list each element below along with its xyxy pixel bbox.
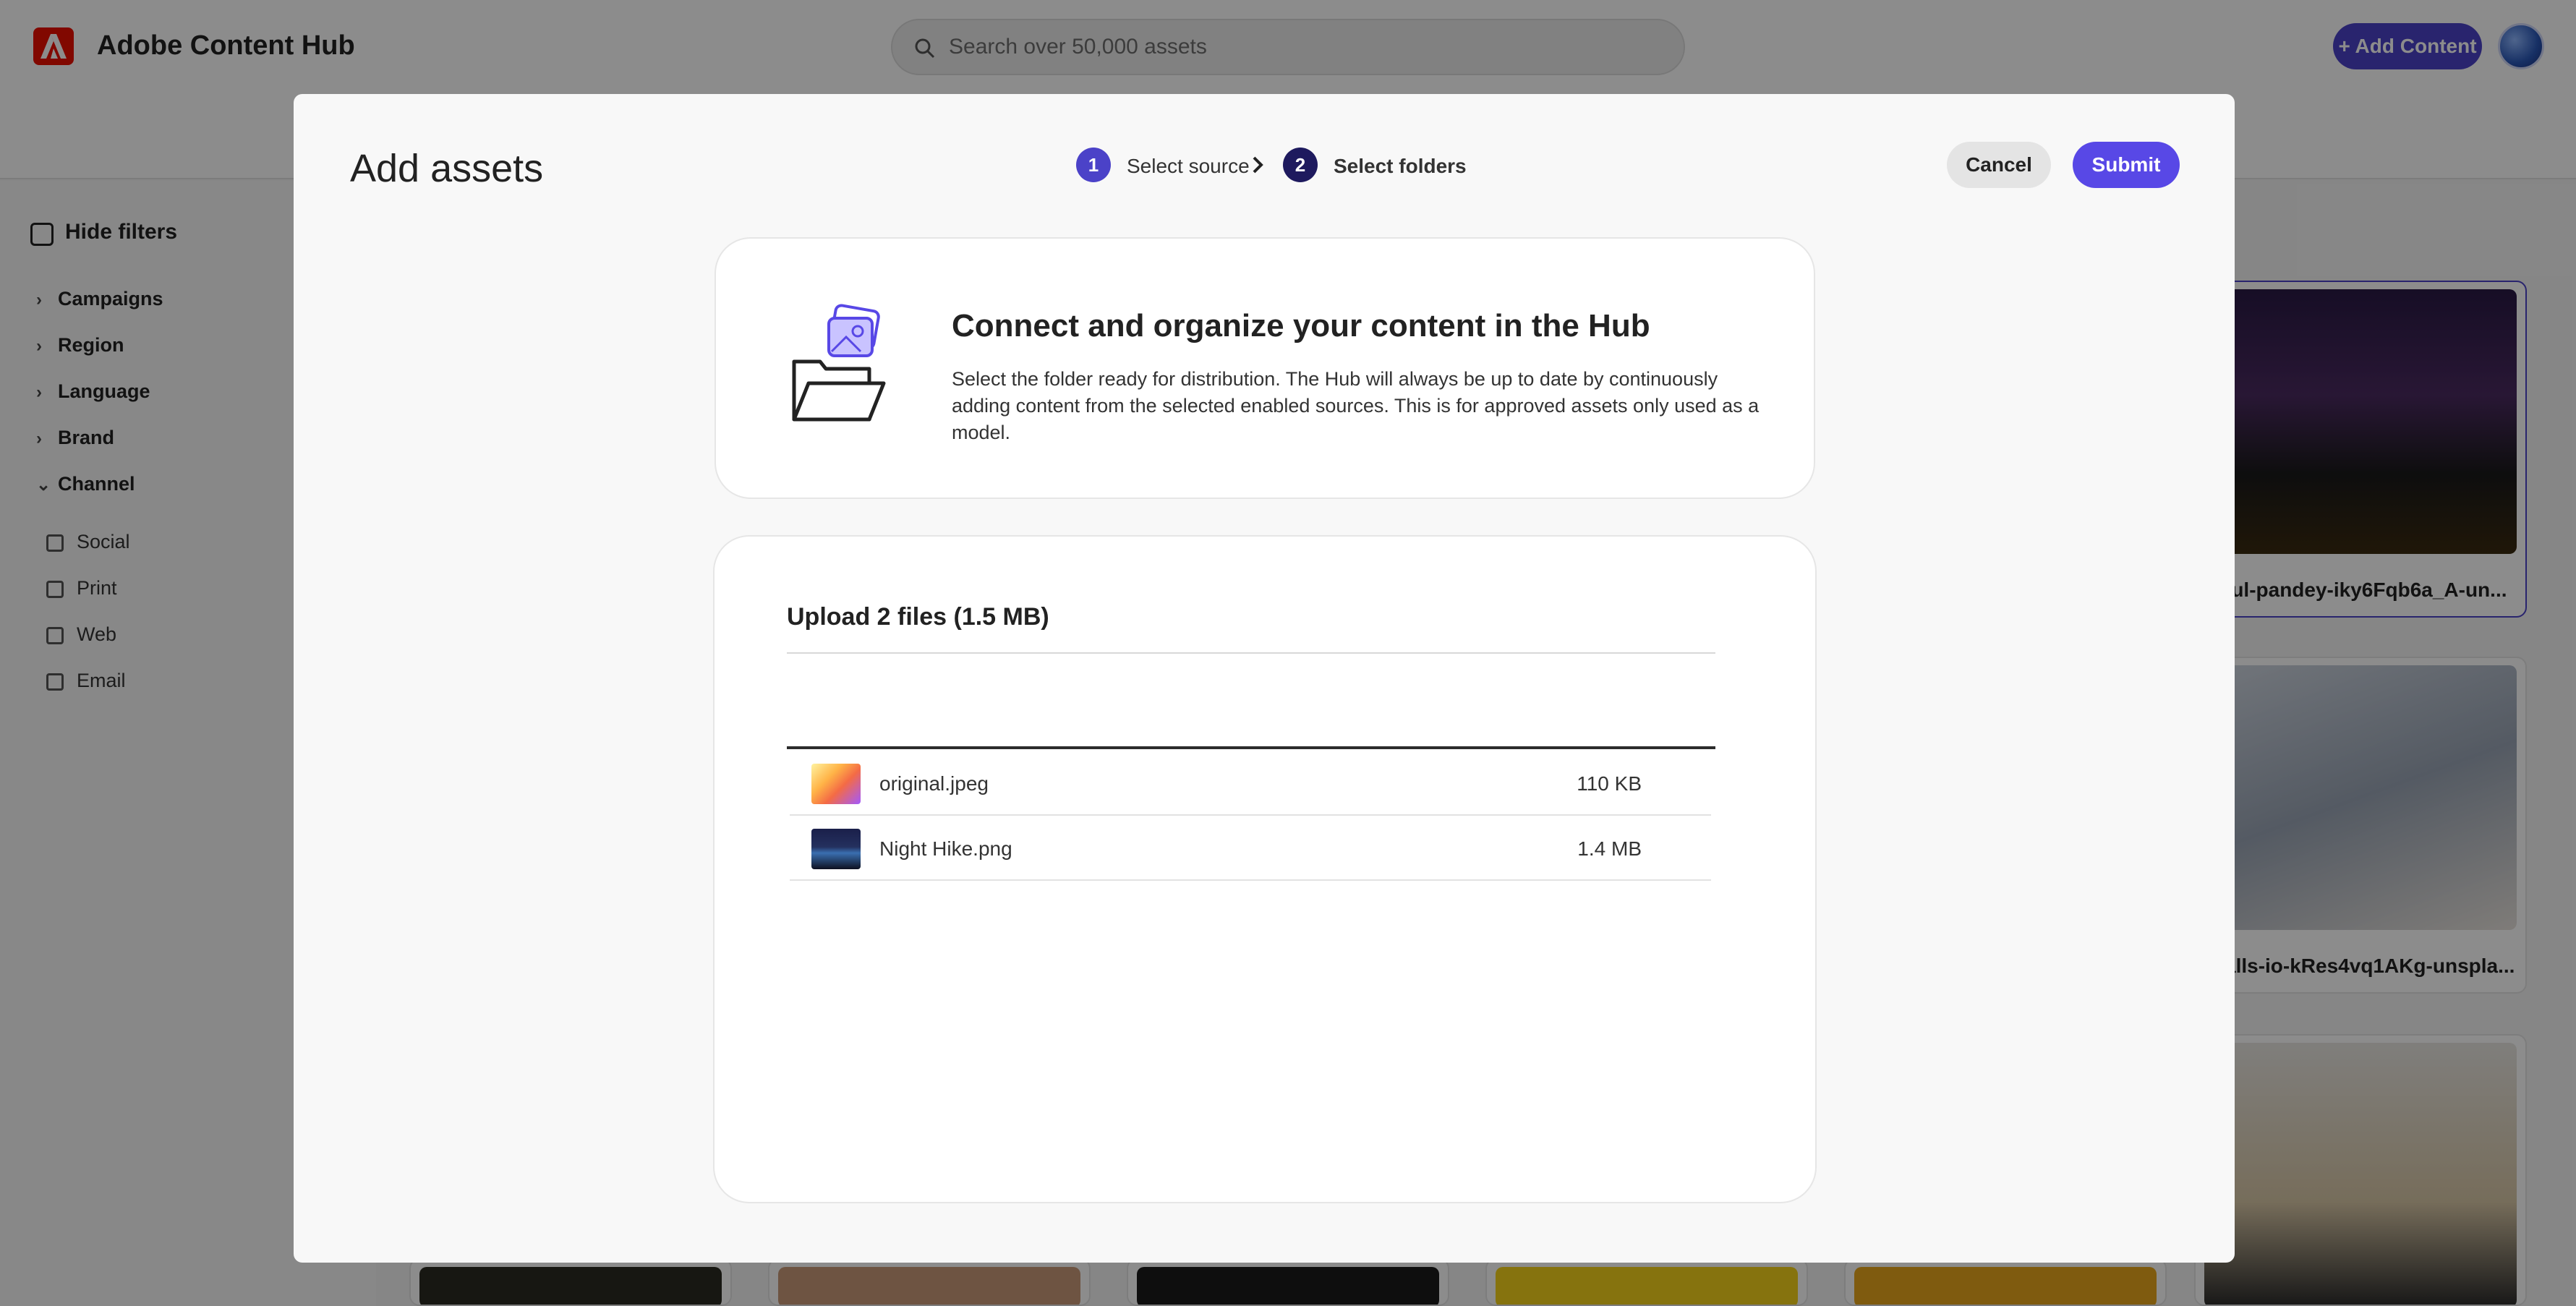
file-row[interactable]: Night Hike.png 1.4 MB: [790, 817, 1711, 881]
chevron-right-icon: [1253, 156, 1263, 174]
file-row[interactable]: original.jpeg 110 KB: [790, 752, 1711, 816]
info-card: Connect and organize your content in the…: [715, 237, 1815, 499]
file-name: original.jpeg: [879, 772, 989, 795]
add-assets-dialog: Add assets 1 Select source 2 Select fold…: [294, 94, 2235, 1263]
cancel-button[interactable]: Cancel: [1947, 142, 2051, 188]
submit-button[interactable]: Submit: [2073, 142, 2180, 188]
file-size: 1.4 MB: [1577, 837, 1642, 860]
file-size: 110 KB: [1577, 772, 1642, 795]
step-2-badge[interactable]: 2: [1283, 148, 1318, 182]
step-1-label[interactable]: Select source: [1127, 155, 1250, 178]
step-1-badge[interactable]: 1: [1076, 148, 1111, 182]
info-description: Select the folder ready for distribution…: [952, 368, 1760, 443]
upload-card: Upload 2 files (1.5 MB) original.jpeg 11…: [713, 535, 1817, 1203]
step-2-label[interactable]: Select folders: [1334, 155, 1467, 178]
dialog-title: Add assets: [350, 147, 544, 190]
file-thumbnail: [811, 829, 861, 869]
info-heading: Connect and organize your content in the…: [952, 308, 1650, 343]
file-name: Night Hike.png: [879, 837, 1012, 860]
table-header-rule: [787, 746, 1715, 749]
folder-image-icon: [792, 304, 886, 422]
upload-heading: Upload 2 files (1.5 MB): [787, 603, 1049, 631]
divider: [787, 652, 1715, 654]
file-thumbnail: [811, 764, 861, 804]
